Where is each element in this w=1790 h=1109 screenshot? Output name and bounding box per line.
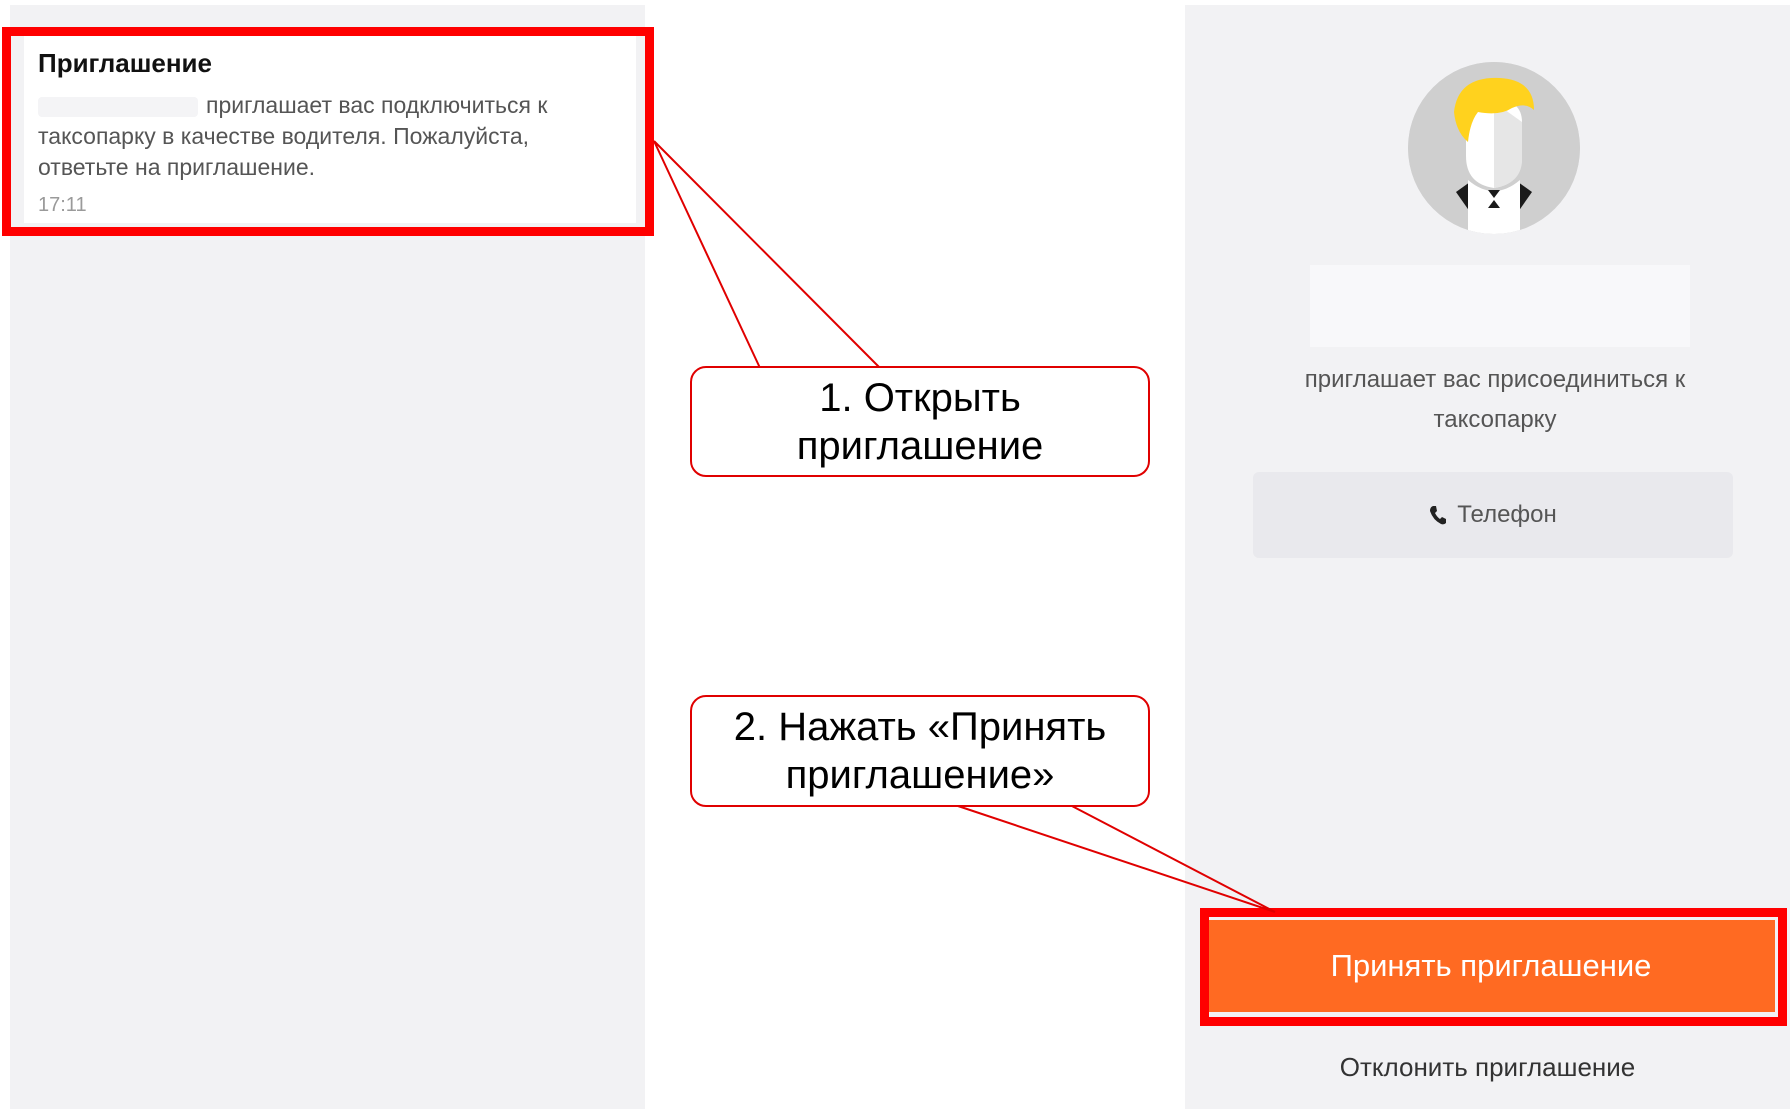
avatar-icon	[1408, 62, 1580, 234]
callout-step-2: 2. Нажать «Принять приглашение»	[690, 695, 1150, 807]
phone-icon	[1429, 505, 1447, 525]
decline-invitation-link[interactable]: Отклонить приглашение	[1185, 1052, 1790, 1083]
redacted-park-name-block	[1310, 265, 1690, 347]
phone-button-label: Телефон	[1457, 501, 1557, 528]
phone-button[interactable]: Телефон	[1253, 472, 1733, 558]
callout-step-1-text: 1. Открыть приглашение	[796, 375, 1044, 468]
notification-highlight-frame	[2, 27, 654, 236]
accept-highlight-frame	[1200, 908, 1787, 1026]
callout-step-1: 1. Открыть приглашение	[690, 366, 1150, 477]
invite-message: приглашает вас присоединиться к таксопар…	[1304, 366, 1686, 433]
callout-step-2-text: 2. Нажать «Принять приглашение»	[733, 705, 1107, 797]
